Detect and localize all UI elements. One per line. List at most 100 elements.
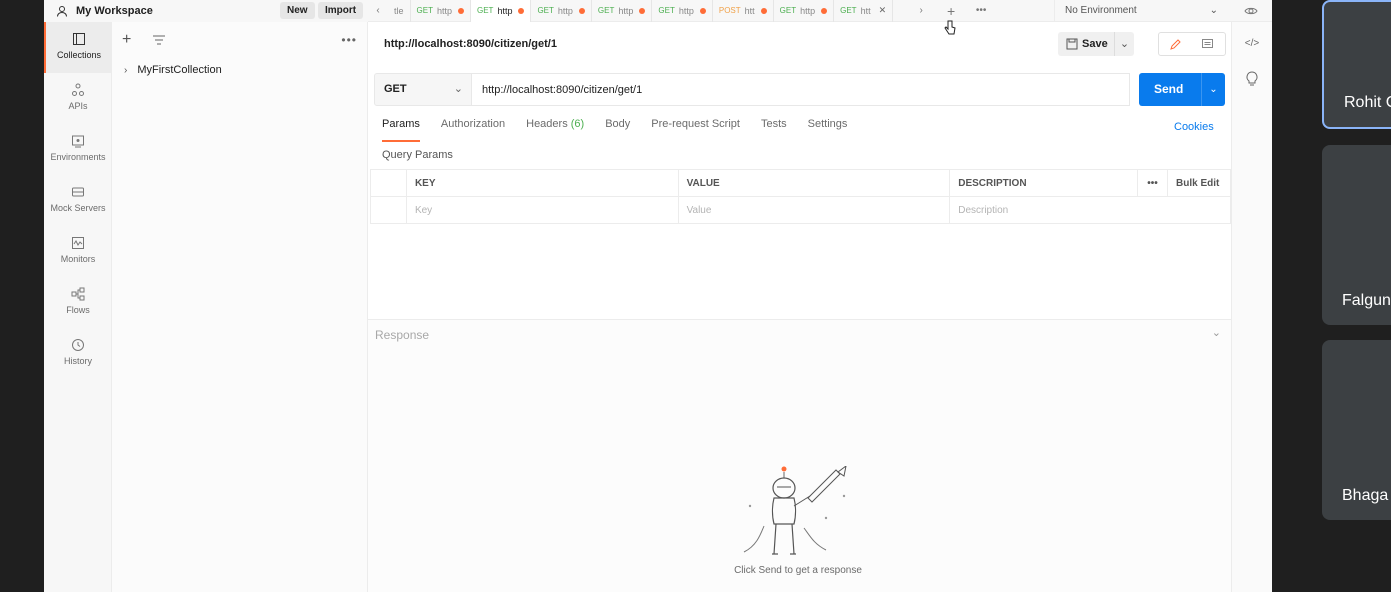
tab-label: http [557, 5, 573, 16]
request-tab[interactable]: GET http [411, 0, 471, 22]
rail-item-flows[interactable]: Flows [44, 277, 112, 328]
tab-label: tle [394, 5, 404, 16]
rail-label: Monitors [60, 254, 96, 264]
import-button[interactable]: Import [318, 2, 364, 19]
rail-item-collections[interactable]: Collections [44, 22, 112, 73]
sidebar-search[interactable] [172, 30, 341, 50]
participant-tile[interactable]: Falguni [1322, 145, 1391, 325]
rail-item-apis[interactable]: APIs [44, 73, 112, 124]
tabs-more-icon[interactable]: ••• [971, 5, 991, 16]
method-select[interactable]: GET ⌄ [374, 73, 472, 106]
table-header-row: KEY VALUE DESCRIPTION ••• Bulk Edit [370, 169, 1231, 197]
collections-icon [73, 33, 85, 45]
description-input[interactable]: Description [949, 196, 1231, 224]
history-icon [72, 339, 84, 351]
table-cell [370, 196, 407, 224]
rail-label: Environments [50, 152, 106, 162]
request-tab[interactable]: GET http [592, 0, 653, 22]
postman-window: My Workspace New Import Collections APIs… [44, 0, 1272, 592]
rail-label: History [63, 356, 92, 366]
unsaved-dot-icon [639, 7, 646, 14]
request-tab[interactable]: tle [388, 0, 411, 22]
response-hint: Click Send to get a response [734, 565, 862, 576]
tab-tests[interactable]: Tests [761, 118, 787, 142]
tab-prerequest-script[interactable]: Pre-request Script [651, 118, 740, 142]
lightbulb-icon[interactable] [1244, 71, 1260, 87]
code-icon[interactable]: </> [1244, 38, 1260, 49]
bulk-edit-button[interactable]: Bulk Edit [1167, 169, 1231, 197]
edit-docs-toggle[interactable] [1158, 32, 1226, 56]
participant-tile[interactable]: Bhaga [1322, 340, 1391, 520]
rail-item-monitors[interactable]: Monitors [44, 226, 112, 277]
value-header: VALUE [677, 169, 951, 197]
description-header: DESCRIPTION [949, 169, 1139, 197]
unsaved-dot-icon [578, 7, 585, 14]
chevron-down-icon[interactable]: ⌄ [1212, 326, 1221, 339]
rail-item-mock-servers[interactable]: Mock Servers [44, 175, 112, 226]
add-collection-icon[interactable]: + [122, 31, 138, 49]
chevron-down-icon: ⌄ [453, 83, 463, 95]
new-tab-icon[interactable]: + [941, 3, 961, 19]
workspace-bar: My Workspace New Import [44, 0, 368, 22]
url-bar: GET ⌄ Send ⌄ [374, 73, 1225, 107]
comment-icon[interactable] [1201, 38, 1214, 51]
unsaved-dot-icon [760, 7, 767, 14]
unsaved-dot-icon [457, 7, 464, 14]
rail-label: APIs [68, 101, 88, 111]
flows-icon [71, 287, 85, 301]
tab-method: GET [840, 6, 857, 15]
tab-body[interactable]: Body [605, 118, 630, 142]
request-name[interactable]: http://localhost:8090/citizen/get/1 [384, 38, 557, 50]
request-tab[interactable]: GET http [531, 0, 592, 22]
more-options-icon[interactable]: ••• [341, 33, 357, 47]
request-tab[interactable]: GET http [774, 0, 835, 22]
headers-count: (6) [570, 118, 585, 130]
chevron-down-icon[interactable]: ⌄ [1201, 73, 1225, 106]
url-input[interactable] [472, 73, 1130, 106]
key-input[interactable]: Key [405, 196, 679, 224]
request-tab[interactable]: GET http [652, 0, 713, 22]
tab-scroll-left-icon[interactable]: ‹ [368, 5, 388, 16]
unsaved-dot-icon [699, 7, 706, 14]
request-tab[interactable]: POST htt [713, 0, 774, 22]
hand-cursor-icon [944, 20, 956, 35]
participant-name: Rohit C [1344, 94, 1391, 111]
collection-item[interactable]: › MyFirstCollection [112, 58, 367, 82]
monitors-icon [72, 237, 84, 249]
request-tab-active[interactable]: GET http [470, 0, 532, 22]
cookies-link[interactable]: Cookies [1174, 121, 1214, 133]
filter-icon[interactable] [152, 35, 166, 45]
participant-tile[interactable]: Rohit C [1322, 0, 1391, 129]
chevron-down-icon[interactable]: ⌄ [1114, 32, 1134, 56]
tab-scroll-right-icon[interactable]: › [911, 5, 931, 16]
tab-settings[interactable]: Settings [808, 118, 848, 142]
tab-headers[interactable]: Headers (6) [526, 118, 584, 142]
request-tabs-bar: ‹ tle GET http GET http GET http GET http GE… [368, 0, 1272, 22]
chevron-down-icon: ⌄ [1209, 5, 1218, 16]
new-button[interactable]: New [280, 2, 315, 19]
apis-icon [72, 83, 84, 96]
save-button[interactable]: Save ⌄ [1058, 32, 1134, 56]
value-input[interactable]: Value [677, 196, 951, 224]
environment-selector[interactable]: No Environment ⌄ [1054, 0, 1224, 22]
tab-authorization[interactable]: Authorization [441, 118, 505, 142]
tab-label: htt [860, 5, 871, 16]
send-label: Send [1154, 82, 1184, 96]
table-more-icon[interactable]: ••• [1137, 169, 1169, 197]
eye-icon[interactable] [1244, 4, 1258, 18]
request-tab[interactable]: GET htt ✕ [834, 0, 894, 22]
rail-item-environments[interactable]: Environments [44, 124, 112, 175]
tab-method: GET [597, 6, 615, 15]
close-icon[interactable]: ✕ [879, 5, 887, 16]
tab-method: GET [416, 6, 433, 15]
tab-method: GET [658, 6, 675, 15]
tab-method: GET [537, 6, 554, 15]
pencil-icon[interactable] [1169, 38, 1182, 51]
send-button[interactable]: Send ⌄ [1139, 73, 1225, 106]
key-header: KEY [405, 169, 679, 197]
rail-item-history[interactable]: History [44, 328, 112, 379]
tab-label: htt [744, 5, 755, 16]
workspace-title[interactable]: My Workspace [76, 5, 153, 17]
headers-label: Headers [526, 118, 568, 130]
tab-params[interactable]: Params [382, 118, 420, 142]
